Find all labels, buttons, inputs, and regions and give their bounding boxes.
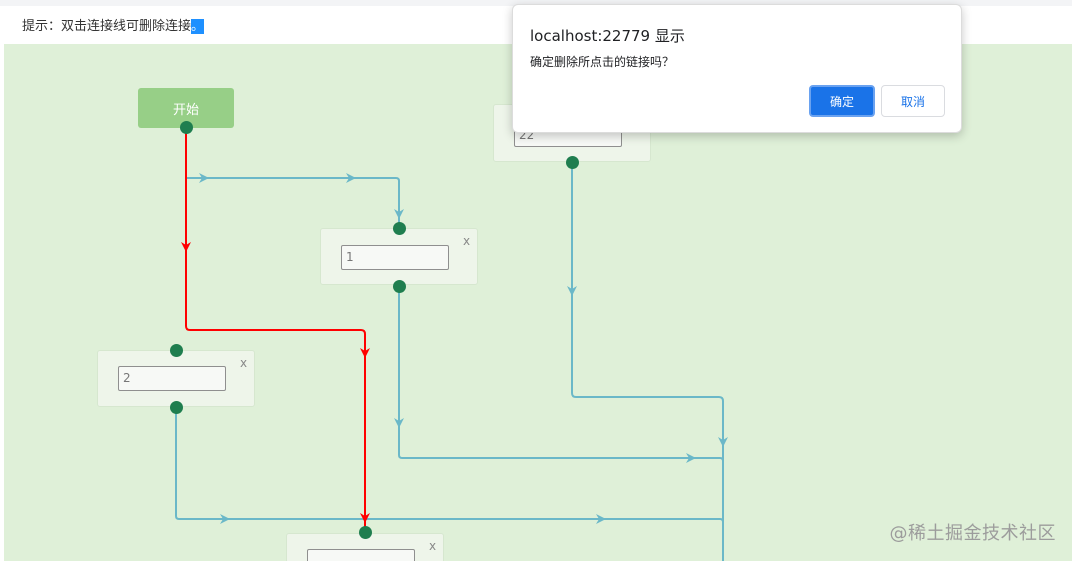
node-close-button[interactable]: x: [240, 356, 247, 370]
node-close-button[interactable]: x: [429, 539, 436, 553]
node-input[interactable]: 1: [341, 245, 449, 270]
node-close-button[interactable]: x: [463, 234, 470, 248]
node-output-endpoint[interactable]: [170, 401, 183, 414]
link-selected-start-to-node-bottom[interactable]: [185, 128, 366, 532]
node-input[interactable]: [307, 549, 415, 561]
start-node-output-endpoint[interactable]: [180, 121, 193, 134]
node-input-endpoint[interactable]: [393, 222, 406, 235]
flow-node-1[interactable]: 1 x: [320, 228, 478, 285]
confirm-dialog: localhost:22779 显示 确定删除所点击的链接吗？ 确定 取消: [512, 4, 962, 133]
flow-node-2[interactable]: 2 x: [97, 350, 255, 407]
dialog-message: 确定删除所点击的链接吗？: [530, 55, 675, 69]
confirm-ok-button[interactable]: 确定: [809, 85, 875, 117]
link-start-to-node-1[interactable]: [185, 128, 400, 228]
link-node-22-to-target[interactable]: [571, 163, 724, 561]
node-input-endpoint[interactable]: [170, 344, 183, 357]
page: 提示：双击连接线可删除连接。 开始 22 1 x 2 x x @稀土掘金技术社区…: [0, 0, 1072, 561]
link-node-2-to-target[interactable]: [175, 407, 724, 561]
confirm-cancel-button[interactable]: 取消: [881, 85, 945, 117]
start-node-label: 开始: [172, 102, 199, 118]
dialog-title: localhost:22779 显示: [530, 27, 685, 45]
node-input-endpoint[interactable]: [359, 526, 372, 539]
node-input[interactable]: 2: [118, 366, 226, 391]
watermark: @稀土掘金技术社区: [889, 523, 1056, 544]
node-output-endpoint[interactable]: [566, 156, 579, 169]
node-output-endpoint[interactable]: [393, 280, 406, 293]
